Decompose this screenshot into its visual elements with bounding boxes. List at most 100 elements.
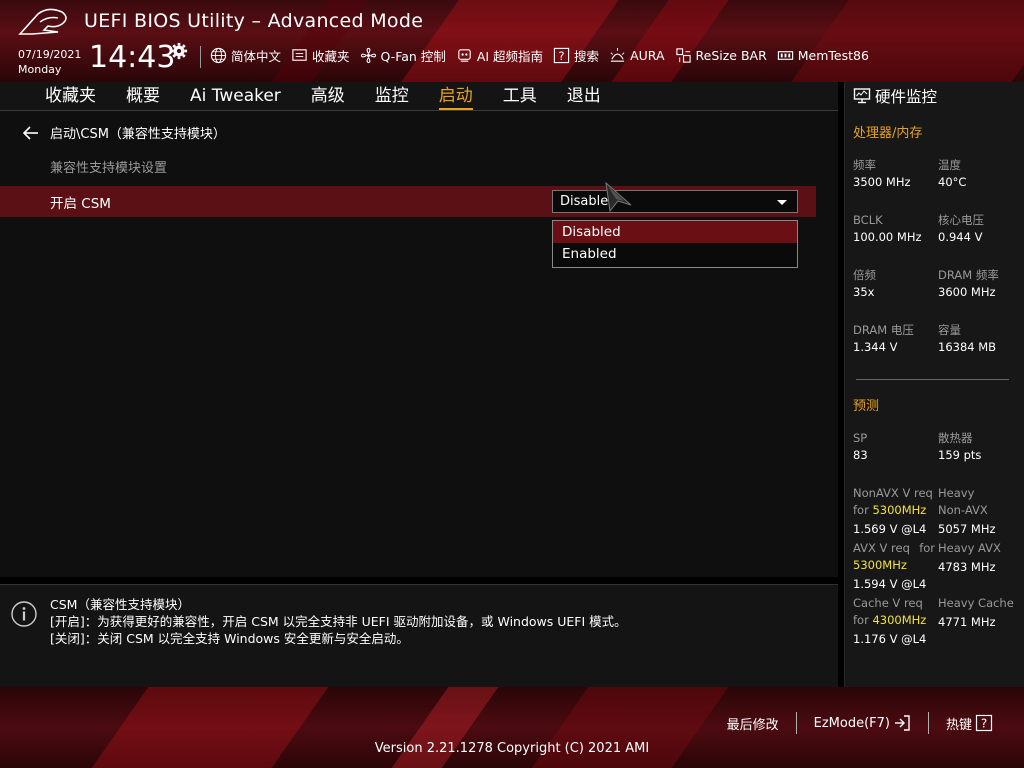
sp-score: SP 83 [853, 430, 868, 464]
monitor-title: 硬件监控 [875, 88, 938, 106]
tab-exit[interactable]: 退出 [567, 84, 601, 108]
tab-advanced[interactable]: 高级 [311, 84, 345, 108]
setting-label: 开启 CSM [50, 196, 111, 212]
tab-favorites[interactable]: 收藏夹 [45, 84, 96, 108]
metric-label: 核心电压 [938, 213, 984, 227]
metric-value: 1.594 V @L4 [853, 577, 927, 591]
metric-value: 1.176 V @L4 [853, 632, 927, 646]
hotkeys-button[interactable]: 热键 ? [929, 714, 1010, 733]
metric-value: 0.944 V [938, 230, 983, 244]
settings-panel: 启动\CSM（兼容性支持模块） 兼容性支持模块设置 开启 CSM Disable… [0, 111, 838, 577]
cooler-score: 散热器 159 pts [938, 430, 981, 464]
metric-label: SP [853, 431, 868, 445]
setting-row-launch-csm[interactable]: 开启 CSM Disabled [0, 186, 816, 217]
date-display: 07/19/2021 Monday [18, 47, 81, 77]
metric-value: 1.569 V @L4 [853, 522, 927, 536]
menu-tabs: 收藏夹 概要 Ai Tweaker 高级 监控 启动 工具 退出 [45, 84, 631, 110]
metric-value: 1.344 V [853, 340, 898, 354]
monitor-divider [856, 379, 1009, 380]
info-icon [11, 601, 37, 627]
header-divider [200, 46, 201, 68]
bclk: BCLK 100.00 MHz [853, 212, 922, 246]
ezmode-label: EzMode(F7) [813, 715, 890, 731]
tab-main[interactable]: 概要 [126, 84, 160, 108]
metric-label: Heavy Cache [938, 596, 1014, 610]
metric-label: 频率 [853, 158, 876, 172]
metric-label: BCLK [853, 213, 883, 227]
target-frequency: 5300MHz [872, 503, 927, 517]
nonavx-voltage-request: NonAVX V req for 5300MHz 1.569 V @L4 [853, 485, 933, 538]
target-frequency: 4300MHz [872, 613, 927, 627]
language-label: 简体中文 [231, 49, 282, 64]
metric-value: 83 [853, 448, 868, 462]
back-arrow-icon[interactable] [22, 125, 40, 140]
aura-button[interactable]: AURA [609, 47, 665, 64]
monitor-icon [853, 88, 871, 104]
breadcrumb[interactable]: 启动\CSM（兼容性支持模块） [22, 123, 226, 142]
toolbar: 简体中文 收藏夹 Q-Fan 控制 AI 超频指南 ? 搜索 AURA ReSi… [210, 46, 869, 65]
search-button[interactable]: ? 搜索 [553, 46, 599, 65]
main-menu-bar: 收藏夹 概要 Ai Tweaker 高级 监控 启动 工具 退出 [0, 82, 838, 111]
for-text: for [853, 503, 869, 517]
heavy-nonavx: Heavy Non-AVX 5057 MHz [938, 485, 996, 538]
language-button[interactable]: 简体中文 [210, 46, 281, 65]
option-enabled[interactable]: Enabled [553, 243, 797, 265]
favorites-icon [292, 49, 307, 61]
metric-value: 4783 MHz [938, 560, 996, 574]
ratio: 倍频 35x [853, 267, 876, 301]
exit-arrow-icon [894, 715, 910, 731]
ai-overclock-label: AI 超频指南 [476, 49, 544, 64]
fan-icon [360, 47, 376, 64]
help-line-disable: [关闭]：关闭 CSM 以完全支持 Windows 安全更新与安全启动。 [50, 631, 409, 646]
tab-boot[interactable]: 启动 [438, 84, 473, 110]
metric-label: 容量 [938, 323, 961, 337]
option-disabled[interactable]: Disabled [553, 221, 797, 243]
metric-label: Heavy AVX [938, 541, 1001, 555]
ezmode-button[interactable]: EzMode(F7) [797, 714, 928, 732]
app-title: UEFI BIOS Utility – Advanced Mode [84, 10, 424, 32]
section-heading: 兼容性支持模块设置 [50, 161, 168, 176]
ai-overclock-button[interactable]: AI 超频指南 [456, 46, 543, 65]
tab-tool[interactable]: 工具 [503, 84, 537, 108]
resize-bar-label: ReSize BAR [695, 48, 767, 63]
metric-label-line2: for 4300MHz [853, 612, 926, 629]
metric-label: AVX V req for [853, 540, 935, 557]
help-line-enable: [开启]：为获得更好的兼容性，开启 CSM 以完全支持非 UEFI 驱动附加设备… [50, 614, 627, 629]
tab-ai-tweaker[interactable]: Ai Tweaker [190, 84, 281, 108]
last-modified-label: 最后修改 [726, 717, 779, 733]
metric-label: 散热器 [938, 431, 973, 445]
metric-value: 4771 MHz [938, 615, 996, 629]
qfan-label: Q-Fan 控制 [380, 49, 446, 64]
help-panel: CSM（兼容性支持模块） [开启]：为获得更好的兼容性，开启 CSM 以完全支持… [0, 584, 838, 687]
monitor-header: 硬件监控 [853, 85, 937, 107]
rog-logo-icon [18, 8, 67, 35]
last-modified-button[interactable]: 最后修改 [710, 714, 796, 733]
aura-icon [610, 47, 625, 62]
cpu-memory-heading: 处理器/内存 [853, 126, 923, 141]
header-decor [791, 0, 1024, 82]
svg-text:?: ? [981, 717, 987, 731]
memory-capacity: 容量 16384 MB [938, 322, 996, 356]
dram-frequency: DRAM 频率 3600 MHz [938, 267, 999, 301]
weekday-text: Monday [18, 63, 62, 76]
metric-label: Cache V req [853, 596, 923, 610]
cpu-temperature: 温度 40°C [938, 157, 966, 191]
metric-value: 159 pts [938, 448, 982, 462]
resize-bar-button[interactable]: ReSize BAR [675, 47, 767, 64]
tab-monitor[interactable]: 监控 [375, 84, 409, 108]
metric-label-line2: Non-AVX [938, 503, 988, 517]
avx-label: AVX V req [853, 541, 910, 555]
qfan-button[interactable]: Q-Fan 控制 [360, 46, 446, 65]
hardware-monitor-panel: 硬件监控 处理器/内存 频率 3500 MHz 温度 40°C BCLK 100… [844, 82, 1024, 687]
favorites-button[interactable]: 收藏夹 [291, 46, 350, 65]
csm-select[interactable]: Disabled [552, 190, 798, 213]
prediction-heading: 预测 [853, 399, 880, 414]
cache-voltage-request: Cache V req for 4300MHz 1.176 V @L4 [853, 595, 926, 648]
metric-value: 16384 MB [938, 340, 997, 354]
search-label: 搜索 [574, 49, 600, 64]
gear-icon[interactable] [170, 42, 188, 60]
metric-label: 倍频 [853, 268, 876, 282]
metric-label: 温度 [938, 158, 961, 172]
heavy-cache: Heavy Cache 4771 MHz [938, 595, 1014, 631]
memtest-button[interactable]: MemTest86 [777, 47, 869, 64]
